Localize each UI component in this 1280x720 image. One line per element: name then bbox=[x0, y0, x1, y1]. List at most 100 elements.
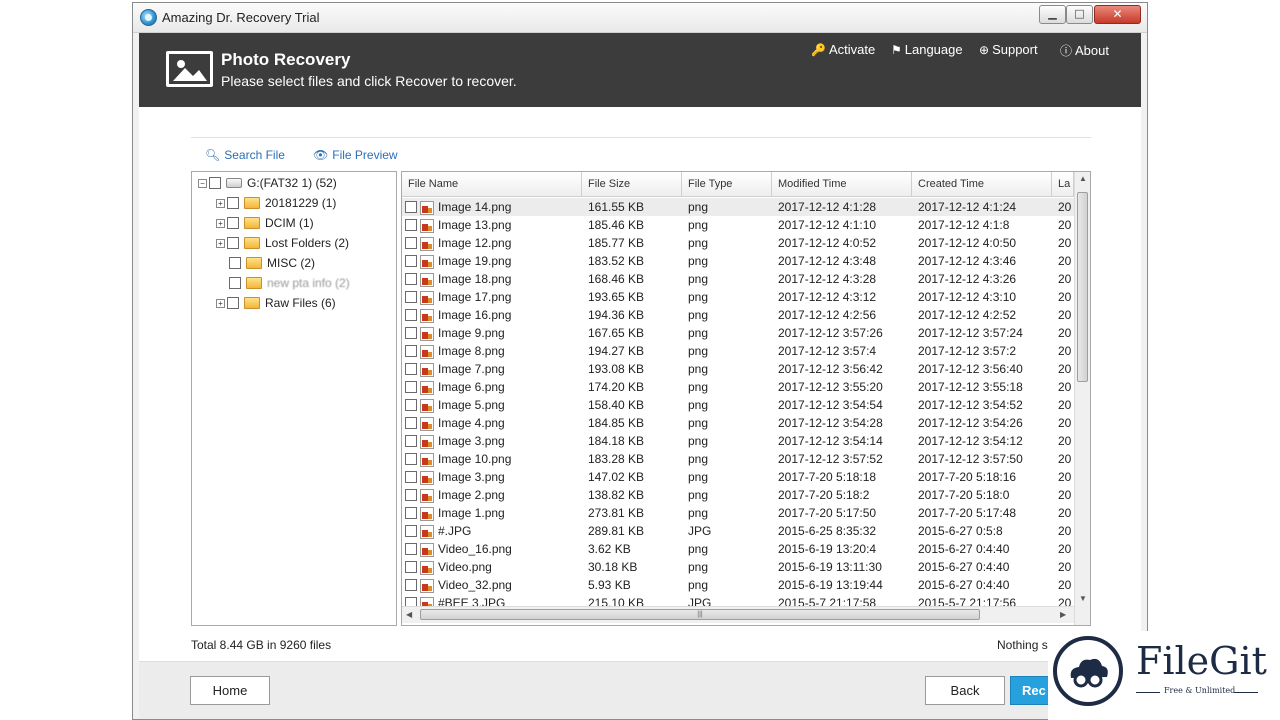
table-row[interactable]: Image 18.png 168.46 KB png 2017-12-12 4:3:2… bbox=[402, 270, 1074, 288]
table-row[interactable]: Image 2.png 138.82 KB png 2017-7-20 5:18:2 2… bbox=[402, 486, 1074, 504]
table-row[interactable]: Image 14.png 161.55 KB png 2017-12-12 4:1:2… bbox=[402, 198, 1074, 216]
activate-link[interactable]: 🔑 Activate bbox=[811, 42, 875, 57]
column-header-file-size[interactable]: File Size bbox=[582, 172, 682, 197]
scroll-left-icon[interactable]: ◀ bbox=[406, 610, 412, 619]
expand-toggle[interactable]: + bbox=[216, 218, 225, 228]
scroll-thumb[interactable] bbox=[1077, 192, 1088, 382]
checkbox[interactable] bbox=[405, 273, 417, 285]
tree-item[interactable]: MISC (2) bbox=[229, 254, 315, 272]
scroll-right-icon[interactable]: ▶ bbox=[1060, 610, 1066, 619]
cell-type: png bbox=[688, 488, 709, 502]
home-button[interactable]: Home bbox=[190, 676, 270, 705]
table-row[interactable]: Image 17.png 193.65 KB png 2017-12-12 4:3:1… bbox=[402, 288, 1074, 306]
table-row[interactable]: Image 12.png 185.77 KB png 2017-12-12 4:0:5… bbox=[402, 234, 1074, 252]
checkbox[interactable] bbox=[405, 453, 417, 465]
column-header-file-name[interactable]: File Name bbox=[402, 172, 582, 197]
expand-toggle[interactable]: + bbox=[216, 298, 225, 308]
cell-last: 20 bbox=[1058, 398, 1072, 412]
checkbox[interactable] bbox=[227, 237, 239, 249]
image-file-icon bbox=[420, 471, 434, 485]
table-row[interactable]: Image 3.png 147.02 KB png 2017-7-20 5:18:18… bbox=[402, 468, 1074, 486]
column-header-modified-time[interactable]: Modified Time bbox=[772, 172, 912, 197]
column-header-created-time[interactable]: Created Time bbox=[912, 172, 1052, 197]
table-row[interactable]: Video_16.png 3.62 KB png 2015-6-19 13:20:4 2… bbox=[402, 540, 1074, 558]
checkbox[interactable] bbox=[405, 399, 417, 411]
table-row[interactable]: Image 3.png 184.18 KB png 2017-12-12 3:54:1… bbox=[402, 432, 1074, 450]
checkbox[interactable] bbox=[405, 255, 417, 267]
language-link[interactable]: ⚑ Language bbox=[891, 42, 963, 57]
checkbox[interactable] bbox=[405, 201, 417, 213]
page-subtitle: Please select files and click Recover to… bbox=[221, 73, 517, 89]
table-row[interactable]: Image 4.png 184.85 KB png 2017-12-12 3:54:2… bbox=[402, 414, 1074, 432]
tree-item[interactable]: + Raw Files (6) bbox=[216, 294, 336, 312]
checkbox[interactable] bbox=[405, 435, 417, 447]
checkbox[interactable] bbox=[229, 257, 241, 269]
table-row[interactable]: Video.png 30.18 KB png 2015-6-19 13:11:30 20… bbox=[402, 558, 1074, 576]
table-row[interactable]: Image 13.png 185.46 KB png 2017-12-12 4:1:1… bbox=[402, 216, 1074, 234]
checkbox[interactable] bbox=[405, 579, 417, 591]
search-file-button[interactable]: 🔍︎ Search File bbox=[205, 148, 285, 162]
table-row[interactable]: Image 9.png 167.65 KB png 2017-12-12 3:57:2… bbox=[402, 324, 1074, 342]
table-row[interactable]: Image 8.png 194.27 KB png 2017-12-12 3:57:4… bbox=[402, 342, 1074, 360]
cell-type: png bbox=[688, 290, 709, 304]
close-button[interactable]: ✕ bbox=[1094, 5, 1141, 24]
checkbox[interactable] bbox=[405, 543, 417, 555]
checkbox[interactable] bbox=[405, 525, 417, 537]
support-link[interactable]: ⊕ Support bbox=[979, 42, 1038, 57]
table-row[interactable]: Image 7.png 193.08 KB png 2017-12-12 3:56:4… bbox=[402, 360, 1074, 378]
tree-item[interactable]: new pta info (2) bbox=[229, 274, 350, 292]
checkbox[interactable] bbox=[405, 561, 417, 573]
scroll-thumb[interactable]: ||| bbox=[420, 609, 980, 620]
checkbox[interactable] bbox=[405, 381, 417, 393]
table-row[interactable]: Image 5.png 158.40 KB png 2017-12-12 3:54:5… bbox=[402, 396, 1074, 414]
checkbox[interactable] bbox=[405, 327, 417, 339]
about-link[interactable]: ⓘ About bbox=[1060, 42, 1109, 59]
checkbox[interactable] bbox=[405, 489, 417, 501]
table-row[interactable]: #.JPG 289.81 KB JPG 2015-6-25 8:35:32 2015-6… bbox=[402, 522, 1074, 540]
scroll-up-icon[interactable]: ▲ bbox=[1079, 174, 1087, 183]
checkbox[interactable] bbox=[405, 363, 417, 375]
checkbox[interactable] bbox=[227, 197, 239, 209]
table-row[interactable]: Video_32.png 5.93 KB png 2015-6-19 13:19:44… bbox=[402, 576, 1074, 594]
tree-item[interactable]: + DCIM (1) bbox=[216, 214, 314, 232]
table-row[interactable]: Image 1.png 273.81 KB png 2017-7-20 5:17:50… bbox=[402, 504, 1074, 522]
checkbox[interactable] bbox=[405, 237, 417, 249]
table-row[interactable]: Image 10.png 183.28 KB png 2017-12-12 3:57:… bbox=[402, 450, 1074, 468]
checkbox[interactable] bbox=[405, 417, 417, 429]
cell-type: png bbox=[688, 542, 709, 556]
table-row[interactable]: Image 6.png 174.20 KB png 2017-12-12 3:55:2… bbox=[402, 378, 1074, 396]
scroll-down-icon[interactable]: ▼ bbox=[1079, 594, 1087, 603]
cell-created: 2017-7-20 5:18:0 bbox=[918, 488, 1010, 502]
folder-icon bbox=[246, 257, 262, 269]
checkbox[interactable] bbox=[405, 291, 417, 303]
image-file-icon bbox=[420, 381, 434, 395]
checkbox[interactable] bbox=[405, 219, 417, 231]
expand-toggle[interactable]: + bbox=[216, 198, 225, 208]
maximize-button[interactable]: □ bbox=[1066, 5, 1093, 24]
checkbox[interactable] bbox=[227, 217, 239, 229]
table-row[interactable]: Image 19.png 183.52 KB png 2017-12-12 4:3:4… bbox=[402, 252, 1074, 270]
checkbox[interactable] bbox=[405, 471, 417, 483]
column-header-file-type[interactable]: File Type bbox=[682, 172, 772, 197]
horizontal-scrollbar[interactable]: ◀ ||| ▶ bbox=[402, 606, 1074, 623]
tree-root[interactable]: − G:(FAT32 1) (52) bbox=[198, 174, 337, 192]
checkbox[interactable] bbox=[227, 297, 239, 309]
checkbox[interactable] bbox=[405, 309, 417, 321]
table-row[interactable]: Image 16.png 194.36 KB png 2017-12-12 4:2:5… bbox=[402, 306, 1074, 324]
tree-item[interactable]: + 20181229 (1) bbox=[216, 194, 336, 212]
column-header-last-access[interactable]: La bbox=[1052, 172, 1074, 197]
vertical-scrollbar[interactable]: ▲ ▼ bbox=[1074, 172, 1090, 625]
checkbox[interactable] bbox=[209, 177, 221, 189]
back-button[interactable]: Back bbox=[925, 676, 1005, 705]
cell-last: 20 bbox=[1058, 578, 1072, 592]
file-preview-button[interactable]: 👁︎ File Preview bbox=[313, 148, 398, 162]
checkbox[interactable] bbox=[405, 507, 417, 519]
tree-item[interactable]: + Lost Folders (2) bbox=[216, 234, 349, 252]
checkbox[interactable] bbox=[405, 345, 417, 357]
cell-modified: 2017-12-12 4:1:10 bbox=[778, 218, 877, 232]
cell-modified: 2017-12-12 4:3:28 bbox=[778, 272, 877, 286]
checkbox[interactable] bbox=[229, 277, 241, 289]
collapse-toggle[interactable]: − bbox=[198, 178, 207, 188]
minimize-button[interactable]: ▁ bbox=[1039, 5, 1066, 24]
expand-toggle[interactable]: + bbox=[216, 238, 225, 248]
